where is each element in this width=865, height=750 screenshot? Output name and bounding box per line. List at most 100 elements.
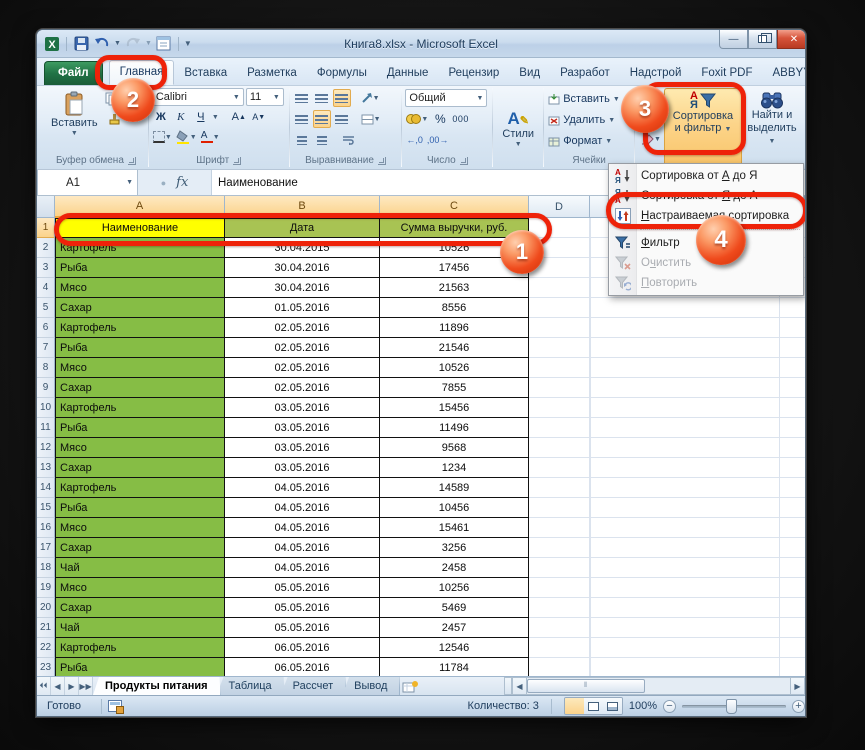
ribbon-tab-6[interactable]: Рецензир [438, 62, 509, 85]
cell[interactable]: Картофель [55, 638, 225, 658]
prev-sheet-icon[interactable]: ◀ [51, 677, 65, 695]
row-header-16[interactable]: 16 [37, 518, 55, 538]
font-dialog-launcher-icon[interactable] [233, 157, 241, 165]
name-box[interactable]: A1▼ [37, 170, 138, 195]
ribbon-tab-9[interactable]: Надстрой [620, 62, 692, 85]
cell[interactable]: 2458 [380, 558, 529, 578]
row-header-21[interactable]: 21 [37, 618, 55, 638]
ribbon-tab-0[interactable]: Файл [44, 61, 103, 85]
menu-item-0[interactable]: АЯСортировка от А до Я [610, 166, 802, 186]
borders-icon[interactable]: ▼ [152, 128, 173, 146]
ribbon-tab-10[interactable]: Foxit PDF [691, 62, 762, 85]
percent-icon[interactable]: % [431, 110, 449, 128]
paste-button[interactable]: Вставить ▼ [47, 88, 102, 154]
italic-button[interactable]: К [172, 108, 190, 126]
cell[interactable]: 1234 [380, 458, 529, 478]
sheet-tab-3[interactable]: Вывод [342, 677, 400, 695]
select-all-corner[interactable] [37, 196, 55, 218]
row-header-13[interactable]: 13 [37, 458, 55, 478]
macro-record-icon[interactable] [108, 700, 122, 712]
cell[interactable]: Картофель [55, 318, 225, 338]
cell[interactable]: 03.05.2016 [225, 438, 380, 458]
row-header-9[interactable]: 9 [37, 378, 55, 398]
styles-button[interactable]: А✎ Стили ▼ [496, 88, 540, 169]
cell[interactable]: 9568 [380, 438, 529, 458]
cell[interactable]: 11784 [380, 658, 529, 676]
row-header-17[interactable]: 17 [37, 538, 55, 558]
cell[interactable]: 06.05.2016 [225, 658, 380, 676]
cell[interactable]: Сахар [55, 298, 225, 318]
menu-item-1[interactable]: ЯАСортировка от Я до А [610, 186, 802, 206]
cell[interactable] [529, 398, 590, 418]
cell[interactable]: 02.05.2016 [225, 378, 380, 398]
cell[interactable]: Чай [55, 558, 225, 578]
last-sheet-icon[interactable]: ▶▶ [79, 677, 93, 695]
ribbon-tab-2[interactable]: Вставка [174, 62, 237, 85]
cell[interactable]: Сахар [55, 538, 225, 558]
cell[interactable] [529, 318, 590, 338]
cell[interactable]: 2457 [380, 618, 529, 638]
number-dialog-launcher-icon[interactable] [460, 157, 468, 165]
delete-cells-button[interactable]: Удалить▼ [547, 111, 631, 129]
cell[interactable]: Рыба [55, 498, 225, 518]
cell[interactable]: Мясо [55, 278, 225, 298]
cell[interactable]: Сахар [55, 598, 225, 618]
row-header-7[interactable]: 7 [37, 338, 55, 358]
row-header-14[interactable]: 14 [37, 478, 55, 498]
cell[interactable]: 8556 [380, 298, 529, 318]
underline-button[interactable]: Ч [192, 108, 210, 126]
fill-color-icon[interactable]: ▼ [175, 128, 198, 146]
zoom-slider-thumb[interactable] [726, 699, 737, 714]
sheet-tab-1[interactable]: Таблица [217, 677, 285, 695]
cell[interactable]: 02.05.2016 [225, 358, 380, 378]
cell[interactable] [529, 278, 590, 298]
row-header-12[interactable]: 12 [37, 438, 55, 458]
orientation-icon[interactable]: ▼ [360, 89, 381, 107]
cell[interactable] [529, 418, 590, 438]
font-color-icon[interactable]: А▼ [200, 128, 221, 146]
cell[interactable] [529, 458, 590, 478]
ribbon-tab-3[interactable]: Разметка [237, 62, 307, 85]
find-select-button[interactable]: Найти и выделить ▼ [742, 88, 802, 169]
font-size-select[interactable]: 11▼ [246, 88, 284, 106]
row-header-4[interactable]: 4 [37, 278, 55, 298]
cell[interactable]: Дата [225, 218, 380, 238]
cell[interactable]: 02.05.2016 [225, 338, 380, 358]
cell[interactable] [529, 518, 590, 538]
cell[interactable]: 05.05.2016 [225, 578, 380, 598]
row-header-23[interactable]: 23 [37, 658, 55, 676]
cell[interactable]: 03.05.2016 [225, 418, 380, 438]
cell[interactable]: 11896 [380, 318, 529, 338]
row-header-8[interactable]: 8 [37, 358, 55, 378]
cell[interactable]: 03.05.2016 [225, 458, 380, 478]
cell[interactable]: Мясо [55, 518, 225, 538]
cell[interactable]: Рыба [55, 418, 225, 438]
cell[interactable]: 10456 [380, 498, 529, 518]
cell[interactable]: 21546 [380, 338, 529, 358]
cell[interactable] [529, 638, 590, 658]
cell[interactable]: 04.05.2016 [225, 478, 380, 498]
sheet-tab-2[interactable]: Рассчет [281, 677, 347, 695]
minimize-button[interactable]: — [719, 30, 748, 49]
save-icon[interactable] [72, 35, 90, 53]
tab-split-handle[interactable] [504, 677, 512, 695]
next-sheet-icon[interactable]: ▶ [65, 677, 79, 695]
zoom-in-icon[interactable]: + [792, 700, 805, 713]
cell[interactable]: 7855 [380, 378, 529, 398]
increase-indent-icon[interactable] [313, 131, 331, 149]
cell[interactable]: 04.05.2016 [225, 518, 380, 538]
cell[interactable] [529, 498, 590, 518]
print-preview-icon[interactable] [155, 35, 173, 53]
row-header-15[interactable]: 15 [37, 498, 55, 518]
alignment-dialog-launcher-icon[interactable] [378, 157, 386, 165]
page-break-view-icon[interactable] [603, 698, 622, 714]
cell[interactable]: 11496 [380, 418, 529, 438]
undo-dropdown-icon[interactable]: ▼ [114, 40, 121, 47]
underline-dropdown-icon[interactable]: ▼ [212, 114, 219, 121]
cell[interactable] [529, 578, 590, 598]
undo-icon[interactable] [93, 35, 111, 53]
cell[interactable]: Рыба [55, 338, 225, 358]
clipboard-dialog-launcher-icon[interactable] [128, 157, 136, 165]
cell[interactable]: 21563 [380, 278, 529, 298]
cell[interactable]: 10526 [380, 358, 529, 378]
